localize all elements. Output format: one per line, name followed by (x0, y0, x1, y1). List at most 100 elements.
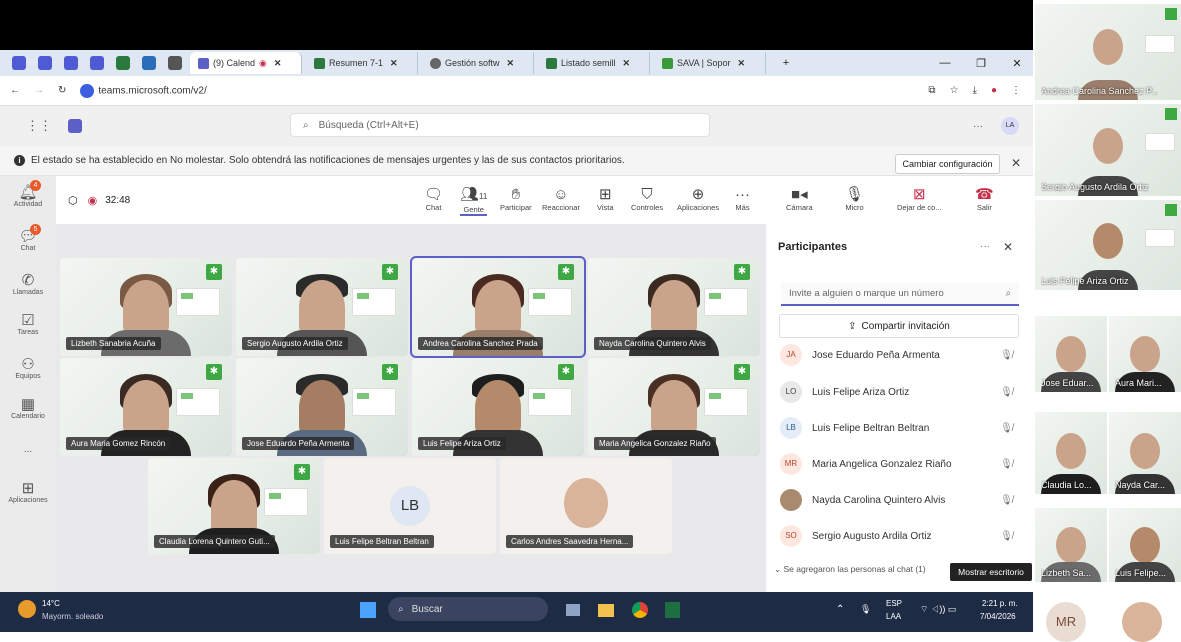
people-button[interactable]: 👥︎11 Gente (460, 186, 488, 216)
video-tile-camera-off[interactable]: LB Luis Felipe Beltran Beltran (324, 458, 496, 554)
gallery-tile[interactable]: Jose Eduar... (1035, 316, 1107, 392)
browser-tab[interactable]: SAVA | Sopor ✕ (654, 52, 766, 74)
pinned-tab-icon[interactable] (64, 56, 78, 70)
file-explorer-icon[interactable] (598, 604, 614, 617)
video-tile[interactable]: ✱ Maria Angelica Gonzalez Riaño (588, 358, 760, 456)
more-button[interactable]: ··· Más (735, 186, 750, 212)
gallery-avatar[interactable]: MR (1046, 602, 1086, 642)
pinned-tab-icon[interactable] (38, 56, 52, 70)
invite-input[interactable]: Invite a alguien o marque un número ⌕ (781, 282, 1019, 306)
rail-item-activity[interactable]: 🔔︎ 4 Actividad (0, 180, 56, 208)
language-bottom[interactable]: LAA (886, 612, 901, 621)
controls-button[interactable]: ⛉ Controles (631, 186, 663, 212)
close-window-icon[interactable]: ✕ (1001, 57, 1033, 70)
video-tile[interactable]: ✱ Sergio Augusto Ardila Ortiz (236, 258, 408, 356)
mic-off-icon[interactable]: 🎙︎̸ (1000, 350, 1013, 361)
rail-item-more[interactable]: ... (0, 444, 56, 455)
video-tile[interactable]: ✱ Claudia Lorena Quintero Guti... (148, 458, 320, 554)
minimize-icon[interactable]: — (929, 57, 961, 69)
share-invite-button[interactable]: ⇪ Compartir invitación (779, 314, 1019, 338)
gallery-photo-avatar[interactable] (1122, 602, 1162, 642)
gallery-tile[interactable]: Andrea Carolina Sanchez P... (1035, 4, 1181, 100)
gallery-tile[interactable]: Aura Mari... (1109, 316, 1181, 392)
pinned-tab-icon[interactable] (142, 56, 156, 70)
close-tab-icon[interactable]: ✕ (390, 58, 398, 69)
video-tile[interactable]: ✱ Jose Eduardo Peña Armenta (236, 358, 408, 456)
mic-off-icon[interactable]: 🎙︎̸ (1000, 495, 1013, 506)
browser-tab[interactable]: Gestión softw ✕ (422, 52, 534, 74)
back-icon[interactable]: ← (10, 85, 20, 96)
video-tile[interactable]: ✱ Lizbeth Sanabria Acuña (60, 258, 232, 356)
participant-row[interactable]: SO Sergio Augusto Ardila Ortiz 🎙︎̸ (780, 521, 1025, 551)
gallery-tile[interactable]: Sergio Augusto Ardila Ortiz (1035, 104, 1181, 196)
pinned-tab-icon[interactable] (90, 56, 104, 70)
app-launcher-icon[interactable]: ⋮⋮ (26, 118, 52, 134)
forward-icon[interactable]: → (34, 85, 44, 96)
view-button[interactable]: ⊞ Vista (597, 186, 614, 212)
screen-share-icon[interactable]: ⧉ (928, 85, 935, 96)
browser-menu-icon[interactable]: ⋮ (1011, 85, 1021, 96)
excel-icon[interactable] (665, 602, 680, 618)
mic-tray-icon[interactable]: 🎙︎ (860, 604, 871, 615)
video-tile[interactable]: ✱ Aura Maria Gomez Rincón (60, 358, 232, 456)
gallery-tile[interactable]: Luis Felipe Ariza Ortiz (1035, 200, 1181, 290)
panel-close-icon[interactable]: ✕ (1003, 240, 1013, 254)
settings-more-icon[interactable]: ··· (973, 121, 983, 132)
leave-button[interactable]: ☎︎ Salir (975, 186, 994, 212)
new-tab-button[interactable]: + (770, 57, 802, 69)
stop-sharing-button[interactable]: ⊠ Dejar de co... (897, 186, 942, 212)
pinned-tab-icon[interactable] (12, 56, 26, 70)
rail-item-calls[interactable]: ✆ Llamadas (0, 272, 56, 296)
windows-start-icon[interactable] (360, 602, 376, 618)
rail-item-tasks[interactable]: ☑ Tareas (0, 312, 56, 336)
camera-button[interactable]: ■◂ Cámara (786, 186, 813, 212)
language-top[interactable]: ESP (886, 599, 902, 608)
mic-off-icon[interactable]: 🎙︎̸ (1000, 531, 1013, 542)
close-notice-icon[interactable]: ✕ (1011, 156, 1021, 170)
gallery-tile[interactable]: Claudia Lo... (1035, 412, 1107, 494)
weather-icon[interactable] (18, 600, 36, 618)
pinned-tab-icon[interactable] (168, 56, 182, 70)
participant-row[interactable]: Nayda Carolina Quintero Alvis 🎙︎̸ (780, 485, 1025, 515)
reload-icon[interactable]: ↻ (58, 85, 66, 96)
gallery-tile[interactable]: Nayda Car... (1109, 412, 1181, 494)
apps-button[interactable]: ⊕ Aplicaciones (677, 186, 719, 212)
mic-button[interactable]: 🎙︎ Micro (845, 186, 864, 212)
mic-off-icon[interactable]: 🎙︎̸ (1000, 387, 1013, 398)
clock-time[interactable]: 2:21 p. m. (982, 599, 1018, 608)
video-tile-camera-off[interactable]: Carlos Andres Saavedra Herna... (500, 458, 672, 554)
raise-hand-button[interactable]: ✋︎ Participar (500, 186, 532, 212)
taskview-icon[interactable] (566, 604, 580, 616)
browser-tab[interactable]: (9) Calend ◉ ✕ (190, 52, 302, 74)
video-tile[interactable]: ✱ Nayda Carolina Quintero Alvis (588, 258, 760, 356)
search-input[interactable]: ⌕ Búsqueda (Ctrl+Alt+E) (290, 113, 710, 137)
close-tab-icon[interactable]: ✕ (738, 58, 746, 69)
rail-item-apps[interactable]: ⊞ Aplicaciones (0, 480, 56, 504)
wifi-volume-battery-icon[interactable]: ⌔ ◁)) ▭ (920, 604, 956, 615)
video-tile[interactable]: ✱ Luis Felipe Ariza Ortiz (412, 358, 584, 456)
download-icon[interactable]: ⤓ (973, 85, 977, 96)
browser-tab[interactable]: Listado semill ✕ (538, 52, 650, 74)
close-tab-icon[interactable]: ✕ (623, 58, 631, 69)
video-tile-active-speaker[interactable]: ✱ Andrea Carolina Sanchez Prada (410, 256, 586, 358)
mic-off-icon[interactable]: 🎙︎̸ (1000, 423, 1013, 434)
gallery-tile[interactable]: Luis Felipe... (1109, 508, 1181, 582)
url-field[interactable]: teams.microsoft.com/v2/ (80, 83, 207, 98)
react-button[interactable]: ☺ Reaccionar (542, 186, 580, 212)
gallery-tile[interactable]: Lizbeth Sa... (1035, 508, 1107, 582)
added-to-chat-note[interactable]: ⌄ Se agregaron las personas al chat (1) (774, 564, 926, 575)
browser-tab[interactable]: Resumen 7-1 ✕ (306, 52, 418, 74)
chrome-icon[interactable] (632, 602, 648, 618)
participant-row[interactable]: LB Luis Felipe Beltran Beltran 🎙︎̸ (780, 413, 1025, 443)
restore-icon[interactable]: ❐ (965, 57, 997, 70)
extension-icon[interactable]: ● (991, 85, 997, 96)
participant-row[interactable]: LO Luis Felipe Ariza Ortiz 🎙︎̸ (780, 377, 1025, 407)
rail-item-teams[interactable]: ⚇ Equipos (0, 356, 56, 380)
tray-chevron-icon[interactable]: ⌃ (836, 604, 844, 615)
rail-item-calendar[interactable]: ▦ Calendario (0, 396, 56, 420)
change-config-button[interactable]: Cambiar configuración (895, 154, 1000, 174)
close-tab-icon[interactable]: ✕ (274, 58, 282, 69)
participant-row[interactable]: MR Maria Angelica Gonzalez Riaño 🎙︎̸ (780, 449, 1025, 479)
pinned-tab-icon[interactable] (116, 56, 130, 70)
chat-button[interactable]: 🗨︎ Chat (424, 186, 443, 212)
